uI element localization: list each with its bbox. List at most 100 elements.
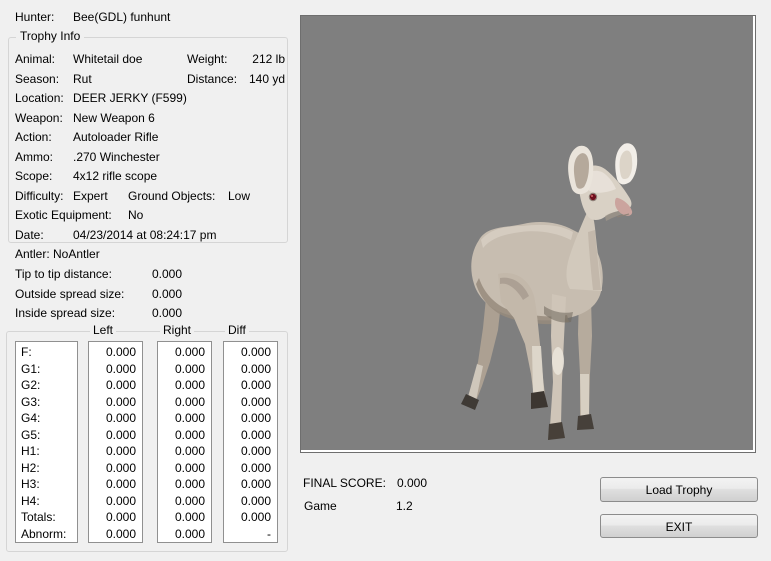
measurement-diff-listbox: 0.0000.0000.0000.0000.0000.0000.0000.000… bbox=[223, 341, 278, 543]
measurement-row-label: G2: bbox=[16, 377, 77, 394]
ground-objects-label: Ground Objects: bbox=[128, 187, 215, 207]
column-header-right: Right bbox=[160, 324, 194, 337]
trophy-info-rows: Animal: Whitetail doe Weight: 212 lb Sea… bbox=[8, 50, 288, 245]
trophy-row-season: Season: Rut Distance: 140 yd bbox=[8, 70, 288, 90]
measurement-diff-value: 0.000 bbox=[224, 493, 277, 510]
measurement-diff-value: - bbox=[224, 526, 277, 543]
exotic-equipment-value: No bbox=[128, 206, 143, 226]
measurement-row-label: Abnorm: bbox=[16, 526, 77, 543]
ground-objects-value: Low bbox=[228, 187, 250, 207]
trophy-row-ammo: Ammo: .270 Winchester bbox=[8, 148, 288, 168]
measurement-diff-value: 0.000 bbox=[224, 509, 277, 526]
measurement-diff-value: 0.000 bbox=[224, 427, 277, 444]
trophy-row-exotic: Exotic Equipment: No bbox=[8, 206, 288, 226]
outside-spread-label: Outside spread size: bbox=[15, 286, 124, 302]
load-trophy-button[interactable]: Load Trophy bbox=[600, 477, 758, 502]
game-version-label: Game bbox=[304, 499, 337, 513]
animal-label: Animal: bbox=[15, 50, 55, 70]
measurement-labels-listbox: F:G1:G2:G3:G4:G5:H1:H2:H3:H4:Totals:Abno… bbox=[15, 341, 78, 543]
weapon-label: Weapon: bbox=[15, 109, 63, 129]
measurement-right-value: 0.000 bbox=[158, 410, 211, 427]
measurement-row-label: F: bbox=[16, 344, 77, 361]
animal-value: Whitetail doe bbox=[73, 50, 142, 70]
date-value: 04/23/2014 at 08:24:17 pm bbox=[73, 226, 216, 246]
weight-value: 212 lb bbox=[233, 50, 285, 70]
game-version-value: 1.2 bbox=[396, 499, 413, 513]
measurement-left-value: 0.000 bbox=[89, 394, 142, 411]
trophy-row-weapon: Weapon: New Weapon 6 bbox=[8, 109, 288, 129]
measurement-row-label: G5: bbox=[16, 427, 77, 444]
measurement-right-value: 0.000 bbox=[158, 361, 211, 378]
measurement-row-label: Totals: bbox=[16, 509, 77, 526]
ammo-value: .270 Winchester bbox=[73, 148, 160, 168]
hunter-line: Hunter: Bee(GDL) funhunt bbox=[15, 10, 54, 26]
hunter-label: Hunter: bbox=[15, 10, 54, 24]
distance-value: 140 yd bbox=[233, 70, 285, 90]
measurement-left-value: 0.000 bbox=[89, 344, 142, 361]
measurement-diff-value: 0.000 bbox=[224, 377, 277, 394]
measurement-left-value: 0.000 bbox=[89, 476, 142, 493]
column-header-diff: Diff bbox=[225, 324, 249, 337]
measurement-row-label: H1: bbox=[16, 443, 77, 460]
measurement-right-value: 0.000 bbox=[158, 344, 211, 361]
trophy-row-action: Action: Autoloader Rifle bbox=[8, 128, 288, 148]
tip-to-tip-label: Tip to tip distance: bbox=[15, 266, 112, 282]
antler-type-text: Antler: NoAntler bbox=[15, 246, 100, 262]
scope-label: Scope: bbox=[15, 167, 52, 187]
exotic-equipment-label: Exotic Equipment: bbox=[15, 206, 112, 226]
season-value: Rut bbox=[73, 70, 92, 90]
measurement-diff-value: 0.000 bbox=[224, 476, 277, 493]
outside-spread-line: Outside spread size: 0.000 bbox=[0, 286, 295, 302]
measurement-row-label: H3: bbox=[16, 476, 77, 493]
measurement-diff-value: 0.000 bbox=[224, 394, 277, 411]
inside-spread-line: Inside spread size: 0.000 bbox=[0, 305, 295, 321]
trophy-row-scope: Scope: 4x12 rifle scope bbox=[8, 167, 288, 187]
measurement-left-value: 0.000 bbox=[89, 509, 142, 526]
trophy-3d-viewport[interactable] bbox=[300, 15, 756, 453]
location-label: Location: bbox=[15, 89, 64, 109]
measurement-diff-value: 0.000 bbox=[224, 410, 277, 427]
exit-button[interactable]: EXIT bbox=[600, 514, 758, 538]
measurement-row-label: H2: bbox=[16, 460, 77, 477]
difficulty-value: Expert bbox=[73, 187, 108, 207]
measurement-left-value: 0.000 bbox=[89, 410, 142, 427]
measurement-right-value: 0.000 bbox=[158, 443, 211, 460]
final-score-value: 0.000 bbox=[397, 476, 427, 490]
action-label: Action: bbox=[15, 128, 52, 148]
scope-value: 4x12 rifle scope bbox=[73, 167, 157, 187]
measurement-right-value: 0.000 bbox=[158, 377, 211, 394]
trophy-row-difficulty: Difficulty: Expert Ground Objects: Low bbox=[8, 187, 288, 207]
trophy-row-date: Date: 04/23/2014 at 08:24:17 pm bbox=[8, 226, 288, 246]
measurement-diff-value: 0.000 bbox=[224, 443, 277, 460]
season-label: Season: bbox=[15, 70, 59, 90]
tip-to-tip-value: 0.000 bbox=[152, 266, 182, 282]
hunter-value: Bee(GDL) funhunt bbox=[73, 10, 170, 24]
final-score-label: FINAL SCORE: bbox=[303, 476, 386, 490]
measurement-row-label: G1: bbox=[16, 361, 77, 378]
date-label: Date: bbox=[15, 226, 44, 246]
distance-label: Distance: bbox=[187, 70, 237, 90]
measurement-right-listbox: 0.0000.0000.0000.0000.0000.0000.0000.000… bbox=[157, 341, 212, 543]
tip-to-tip-line: Tip to tip distance: 0.000 bbox=[0, 266, 295, 282]
ammo-label: Ammo: bbox=[15, 148, 53, 168]
measurement-row-label: G3: bbox=[16, 394, 77, 411]
difficulty-label: Difficulty: bbox=[15, 187, 63, 207]
measurement-right-value: 0.000 bbox=[158, 476, 211, 493]
trophy-row-animal: Animal: Whitetail doe Weight: 212 lb bbox=[8, 50, 288, 70]
measurement-right-value: 0.000 bbox=[158, 526, 211, 543]
antler-type-line: Antler: NoAntler bbox=[0, 246, 295, 262]
trophy-row-location: Location: DEER JERKY (F599) bbox=[8, 89, 288, 109]
action-value: Autoloader Rifle bbox=[73, 128, 158, 148]
measurement-left-listbox: 0.0000.0000.0000.0000.0000.0000.0000.000… bbox=[88, 341, 143, 543]
measurement-diff-value: 0.000 bbox=[224, 460, 277, 477]
measurement-right-value: 0.000 bbox=[158, 493, 211, 510]
measurement-right-value: 0.000 bbox=[158, 394, 211, 411]
measurement-left-value: 0.000 bbox=[89, 526, 142, 543]
deer-model bbox=[301, 16, 753, 450]
measurement-diff-value: 0.000 bbox=[224, 344, 277, 361]
measurement-left-value: 0.000 bbox=[89, 493, 142, 510]
weight-label: Weight: bbox=[187, 50, 227, 70]
measurement-diff-value: 0.000 bbox=[224, 361, 277, 378]
measurement-row-label: H4: bbox=[16, 493, 77, 510]
measurement-right-value: 0.000 bbox=[158, 509, 211, 526]
